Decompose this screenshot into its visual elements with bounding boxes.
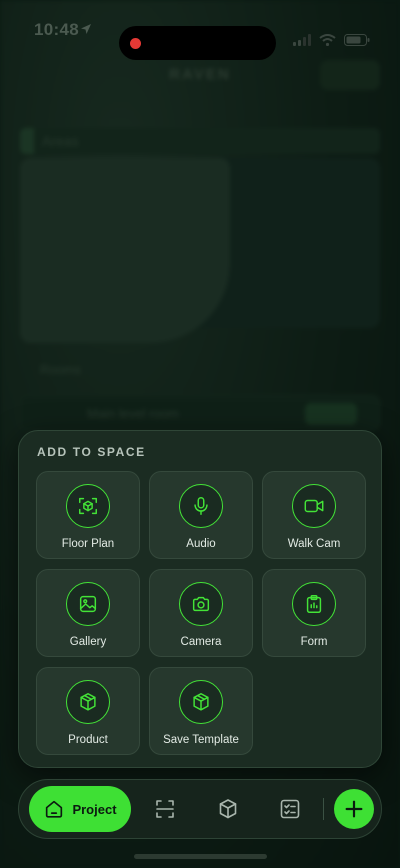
image-icon [66,582,110,626]
camera-label: Camera [180,636,222,648]
box-icon[interactable] [216,797,240,821]
box-icon [66,680,110,724]
floor-plan-icon [66,484,110,528]
dynamic-island [119,26,276,60]
background-row-label: Main level room [87,406,179,421]
background-section-rooms: Rooms [40,362,82,377]
clipboard-icon [292,582,336,626]
add-to-space-sheet: ADD TO SPACE Floor Plan Audio Walk Cam G… [18,430,382,768]
home-icon [46,800,63,818]
add-button[interactable] [334,789,374,829]
signal-icon [293,34,311,46]
scan-icon[interactable] [153,797,177,821]
save-template-label: Save Template [163,734,239,746]
gallery-button[interactable]: Gallery [36,569,140,657]
audio-label: Audio [186,538,216,550]
plus-icon [345,800,363,818]
walk-cam-label: Walk Cam [287,538,341,550]
wifi-icon [319,34,336,46]
bottom-nav: Project [18,779,382,839]
camera-button[interactable]: Camera [149,569,253,657]
walk-cam-button[interactable]: Walk Cam [262,471,366,559]
location-arrow-icon [81,24,91,34]
microphone-icon [179,484,223,528]
gallery-label: Gallery [69,636,107,648]
home-indicator [134,854,267,859]
background-section-areas: Areas [20,128,380,154]
video-camera-icon [292,484,336,528]
background-pill [20,128,34,154]
camera-icon [179,582,223,626]
floor-plan-button[interactable]: Floor Plan [36,471,140,559]
status-icons [293,34,370,46]
form-button[interactable]: Form [262,569,366,657]
form-label: Form [300,636,328,648]
background-section-label: Areas [42,133,79,149]
floor-plan-label: Floor Plan [61,538,115,550]
nav-divider [323,798,324,820]
background-top-button [320,60,380,90]
save-template-button[interactable]: Save Template [149,667,253,755]
project-tab[interactable]: Project [29,786,131,832]
background-card-image [20,158,230,343]
product-label: Product [68,734,108,746]
project-tab-label: Project [72,801,117,817]
add-options-grid: Floor Plan Audio Walk Cam Gallery Camera… [36,471,366,755]
battery-icon [344,34,370,46]
box-icon [179,680,223,724]
product-button[interactable]: Product [36,667,140,755]
background-row: Main level room [20,395,380,431]
sheet-title: ADD TO SPACE [37,445,146,459]
recording-indicator [130,38,141,49]
checklist-icon[interactable] [278,797,302,821]
status-time: 10:48 [34,20,79,39]
status-bar: 10:48 [0,14,400,60]
audio-button[interactable]: Audio [149,471,253,559]
background-row-pill [305,403,357,425]
